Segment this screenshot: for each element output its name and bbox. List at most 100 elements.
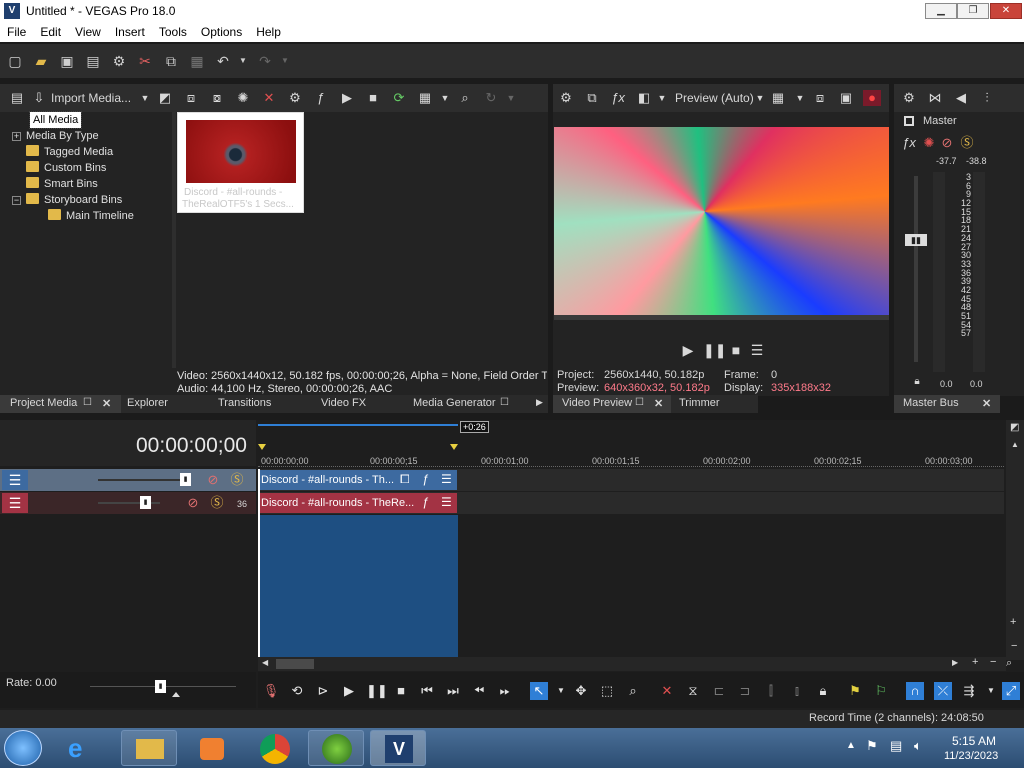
tree-item-storyboard-bins[interactable]: − Storyboard Bins: [12, 192, 122, 208]
opacity-slider-track[interactable]: [98, 479, 190, 481]
mute-track-icon[interactable]: ⊘: [184, 495, 202, 511]
lock-envelopes-icon[interactable]: ⤢: [1002, 682, 1020, 700]
timeline-menu-icon[interactable]: ◩: [1010, 422, 1019, 433]
copy-snapshot-icon[interactable]: ⧈: [811, 90, 829, 106]
pan-crop-icon[interactable]: ⧠: [400, 472, 410, 487]
track-menu-icon[interactable]: ☰: [2, 470, 28, 490]
views-icon[interactable]: ▦: [416, 90, 434, 106]
quality-dropdown-icon[interactable]: ▼: [751, 90, 769, 106]
solo-track-icon[interactable]: Ⓢ: [208, 495, 226, 511]
time-selection-region[interactable]: [258, 515, 458, 657]
horizontal-scrollbar[interactable]: ◀ ▶ + −: [258, 656, 1006, 671]
redo-dropdown-icon[interactable]: ▼: [276, 52, 294, 70]
tab-explorer[interactable]: Explorer: [127, 397, 168, 409]
open-folder-icon[interactable]: ▰: [32, 52, 50, 70]
trim-icon[interactable]: ⧖: [684, 682, 702, 700]
redo-icon[interactable]: ↷: [256, 52, 274, 70]
go-to-start-icon[interactable]: ⏮︎: [418, 682, 436, 700]
preview-menu-icon[interactable]: ☰: [748, 342, 766, 358]
play-from-start-icon[interactable]: ⊳: [314, 682, 332, 700]
clip-fx-icon[interactable]: ƒ: [422, 472, 429, 486]
close-tab-icon[interactable]: ✕: [102, 397, 111, 410]
split-dropdown-icon[interactable]: ▼: [653, 90, 671, 106]
menu-help[interactable]: Help: [249, 22, 288, 39]
split-icon[interactable]: ⫿: [762, 682, 780, 700]
menu-tools[interactable]: Tools: [152, 22, 194, 39]
media-fx-plugin-icon[interactable]: ƒ: [312, 90, 330, 106]
zoom-in-horizontal-icon[interactable]: +: [972, 656, 978, 668]
pause-icon[interactable]: ❚❚: [366, 682, 388, 700]
save-snapshot-icon[interactable]: ▣: [837, 90, 855, 106]
tree-item-all-media[interactable]: All Media: [28, 111, 83, 129]
preview-properties-icon[interactable]: ⚙: [557, 90, 575, 106]
tab-trimmer[interactable]: Trimmer: [679, 397, 720, 409]
expand-icon[interactable]: +: [12, 132, 21, 141]
fader-lock-icon[interactable]: 🔒︎: [908, 374, 926, 390]
clip-menu-icon[interactable]: ☰: [441, 495, 452, 509]
master-solo-icon[interactable]: Ⓢ: [958, 135, 976, 151]
tree-item-smart-bins[interactable]: Smart Bins: [26, 176, 98, 192]
scroll-right-icon[interactable]: ▶: [952, 658, 958, 667]
clock-date[interactable]: 11/23/2023: [944, 750, 998, 762]
tree-item-media-by-type[interactable]: + Media By Type: [12, 128, 99, 144]
menu-view[interactable]: View: [68, 22, 108, 39]
import-media-icon[interactable]: ⇩: [30, 90, 48, 106]
zoom-out-vertical-icon[interactable]: −: [1011, 640, 1017, 652]
playhead-cursor[interactable]: [258, 469, 260, 657]
preview-quality-select[interactable]: Preview (Auto): [675, 91, 754, 105]
gpu-record-icon[interactable]: ●: [863, 90, 881, 106]
cut-icon[interactable]: ✂: [136, 52, 154, 70]
media-view-icon[interactable]: ▤: [8, 90, 26, 106]
tab-media-generator[interactable]: Media Generator: [413, 397, 496, 409]
vertical-scrollbar[interactable]: ◩ ▲ + −: [1006, 420, 1024, 660]
rate-slider-handle[interactable]: ▮: [155, 680, 166, 693]
clip-menu-icon[interactable]: ☰: [441, 472, 452, 486]
undo-icon[interactable]: ↶: [214, 52, 232, 70]
video-track-header[interactable]: ☰ ▮ ⊘ Ⓢ: [0, 469, 256, 491]
dim-output-icon[interactable]: ◀: [952, 90, 970, 106]
master-mute-icon[interactable]: ⊘: [938, 135, 956, 151]
master-properties-icon[interactable]: ⚙: [900, 90, 918, 106]
delete-icon[interactable]: ✕: [658, 682, 676, 700]
auto-preview-icon[interactable]: ⟳: [390, 90, 408, 106]
insert-marker-icon[interactable]: ⚑: [846, 682, 864, 700]
properties-gear-icon[interactable]: ⚙: [110, 52, 128, 70]
preview-play-icon[interactable]: ▶: [338, 90, 356, 106]
close-tab-icon[interactable]: ✕: [654, 397, 663, 410]
video-fx-icon[interactable]: ƒx: [609, 90, 627, 106]
auto-ripple-dropdown-icon[interactable]: ▼: [982, 682, 1000, 700]
media-fx-icon[interactable]: ✺: [234, 90, 252, 106]
undock-icon[interactable]: ☐: [500, 397, 509, 408]
preview-play-button[interactable]: ▶: [679, 342, 697, 358]
maximize-button[interactable]: ❐: [957, 3, 989, 19]
import-dropdown-icon[interactable]: ▼: [136, 90, 154, 106]
audio-track-header[interactable]: ☰ ▮ ⊘ Ⓢ 36: [0, 492, 256, 514]
timecode-display[interactable]: 00:00:00;00: [136, 434, 247, 458]
edit-tool-dropdown-icon[interactable]: ▼: [552, 682, 570, 700]
media-properties-icon[interactable]: ⚙: [286, 90, 304, 106]
undo-dropdown-icon[interactable]: ▼: [234, 52, 252, 70]
tab-project-media-label[interactable]: Project Media: [10, 397, 77, 409]
get-photo-icon[interactable]: ⧇: [208, 90, 226, 106]
show-hidden-icons-icon[interactable]: ▲: [846, 740, 856, 751]
loop-end-marker[interactable]: [450, 444, 458, 450]
track-menu-icon[interactable]: ☰: [2, 493, 28, 513]
master-automation-icon[interactable]: ✺: [920, 135, 938, 151]
close-button[interactable]: ✕: [990, 3, 1022, 19]
minimize-button[interactable]: ▁: [925, 3, 957, 19]
previous-frame-icon[interactable]: ⏪︎: [470, 682, 488, 700]
zoom-tool-icon[interactable]: ⌕: [1006, 657, 1024, 671]
master-checkbox[interactable]: [904, 116, 914, 126]
internet-explorer-icon[interactable]: e: [68, 734, 82, 762]
media-thumbnail[interactable]: Discord - #all-rounds - TheRealOTF5's 1 …: [177, 112, 304, 213]
ripple-icon[interactable]: ⫾: [788, 682, 806, 700]
envelope-tool-icon[interactable]: ✥: [572, 682, 590, 700]
remove-unused-icon[interactable]: ◩: [156, 90, 174, 106]
record-icon[interactable]: 🎙︎: [262, 682, 280, 700]
views-dropdown-icon[interactable]: ▼: [436, 90, 454, 106]
undock-icon[interactable]: ☐: [635, 397, 644, 408]
tab-video-preview-label[interactable]: Video Preview: [562, 397, 632, 409]
clip-fx-icon[interactable]: ƒ: [422, 495, 429, 509]
preview-stop-icon[interactable]: ■: [364, 90, 382, 106]
loop-playback-icon[interactable]: ⟲: [288, 682, 306, 700]
